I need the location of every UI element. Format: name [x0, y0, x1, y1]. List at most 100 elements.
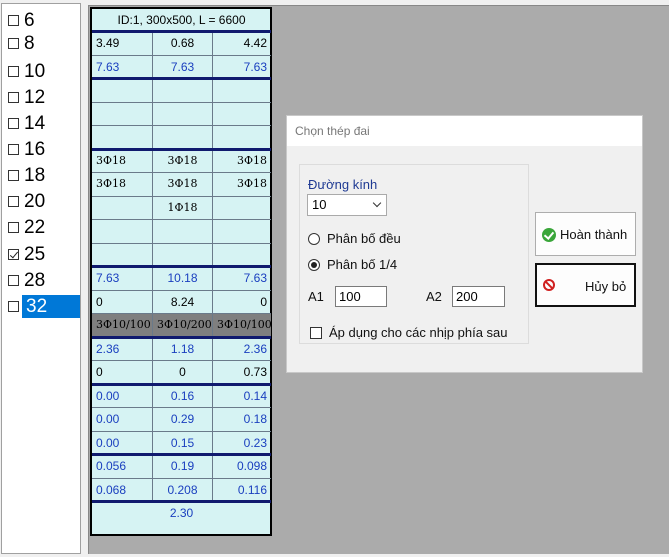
bar-checkbox-6[interactable]: [8, 15, 19, 26]
bar-item-8[interactable]: 8: [8, 32, 37, 55]
table-cell: 7.63: [170, 59, 195, 74]
bar-item-18[interactable]: 18: [8, 164, 47, 187]
table-cell: [213, 103, 271, 125]
apply-following-spans-checkbox[interactable]: [310, 327, 322, 339]
bar-label-14: 14: [24, 113, 46, 134]
table-cell: 0.73: [243, 365, 267, 379]
table-cell: 0.14: [243, 388, 267, 403]
table-cell: 0.098: [236, 459, 267, 473]
bar-checkbox-16[interactable]: [8, 144, 19, 155]
table-cell: 0: [260, 294, 267, 309]
diameter-label: Đường kính: [308, 177, 378, 192]
table-cell: 7.63: [96, 59, 120, 74]
bar-label-10: 10: [24, 61, 46, 82]
table-cell: 0.068: [96, 482, 127, 497]
bar-item-14[interactable]: 14: [8, 112, 47, 135]
table-cell: 0.18: [243, 412, 267, 426]
table-cell: 0: [96, 365, 103, 379]
table-cell: 1Φ18: [167, 200, 198, 214]
table-cell: [92, 220, 152, 242]
bar-checkbox-12[interactable]: [8, 92, 19, 103]
table-cell: 3Φ18: [96, 177, 127, 190]
bar-label-32: 32: [22, 295, 80, 318]
table-cell: [92, 126, 152, 148]
table-cell: [153, 126, 212, 148]
table-cell: 7.63: [243, 271, 267, 285]
table-cell: 7.63: [243, 59, 267, 74]
bar-label-22: 22: [24, 217, 46, 238]
table-cell: 3Φ18: [167, 177, 198, 190]
diameter-value: 10: [312, 197, 327, 212]
stirrup-dialog: Chọn thép đai Đường kính 10 Phân bố đều …: [286, 115, 643, 373]
apply-following-spans-label[interactable]: Áp dụng cho các nhịp phía sau: [329, 325, 508, 340]
dialog-title-bar: Chọn thép đai: [287, 116, 642, 146]
table-cell: [213, 126, 271, 148]
bar-checkbox-20[interactable]: [8, 196, 19, 207]
bar-checkbox-25[interactable]: [8, 249, 19, 260]
table-cell: [213, 197, 271, 219]
bar-item-12[interactable]: 12: [8, 86, 47, 109]
table-rule: [92, 219, 271, 220]
table-cell: [92, 79, 152, 101]
table-rule: [92, 101, 271, 103]
bar-item-28[interactable]: 28: [8, 269, 47, 292]
complete-button[interactable]: Hoàn thành: [535, 212, 636, 256]
table-rule: [92, 453, 271, 456]
bar-checkbox-18[interactable]: [8, 170, 19, 181]
bar-label-12: 12: [24, 87, 46, 108]
bar-diameter-list[interactable]: 6 8 10 12 14 16 18 20 22 25 28 32: [1, 3, 81, 554]
table-rule: [92, 147, 271, 151]
a2-input[interactable]: [452, 286, 505, 307]
radio-uniform-label[interactable]: Phân bố đều: [327, 231, 401, 246]
table-cell: 3Φ10/200: [157, 318, 212, 331]
bar-item-20[interactable]: 20: [8, 190, 47, 213]
table-rule: [92, 125, 271, 126]
table-cell: [92, 103, 152, 125]
bar-checkbox-14[interactable]: [8, 118, 19, 129]
table-cell: 0.116: [237, 482, 267, 497]
table-rule: [92, 242, 271, 244]
table-cell: 0: [179, 365, 186, 379]
table-cell: 3.49: [96, 36, 120, 50]
table-cell: [153, 244, 212, 266]
table-rule: [92, 360, 271, 361]
table-cell: 0.23: [243, 435, 267, 450]
table-rule: [92, 265, 271, 268]
radio-uniform-distribution[interactable]: [308, 233, 320, 245]
table-rule: [92, 172, 271, 173]
radio-quarter-distribution[interactable]: [308, 259, 320, 271]
bar-item-6[interactable]: 6: [8, 9, 37, 32]
bar-item-16[interactable]: 16: [8, 138, 47, 161]
radio-quarter-label[interactable]: Phân bố 1/4: [327, 257, 397, 272]
cancel-button[interactable]: Hủy bỏ: [535, 263, 636, 307]
prohibited-icon: [543, 279, 555, 291]
beam-table: ID:1, 300x500, L = 6600 3.49 0.68 4.42 7.63 7…: [90, 7, 272, 536]
bar-item-32[interactable]: 32: [8, 295, 80, 318]
table-cell: 0.208: [167, 482, 198, 497]
bar-label-16: 16: [24, 139, 46, 160]
bar-checkbox-32[interactable]: [8, 301, 19, 312]
table-cell: 4.42: [243, 36, 267, 50]
table-cell: 3Φ18: [236, 153, 267, 167]
dialog-title: Chọn thép đai: [295, 124, 370, 138]
table-cell: 0.16: [170, 388, 195, 403]
bar-item-10[interactable]: 10: [8, 60, 47, 83]
table-cell: [92, 197, 152, 219]
table-rule: [92, 382, 271, 386]
table-cell: [92, 244, 152, 266]
bar-checkbox-10[interactable]: [8, 66, 19, 77]
bar-checkbox-8[interactable]: [8, 38, 19, 49]
table-cell: 10.18: [167, 271, 198, 285]
table-cell: 7.63: [96, 271, 120, 285]
table-rule: [92, 77, 271, 80]
bar-checkbox-28[interactable]: [8, 275, 19, 286]
table-rule: [92, 195, 271, 197]
table-rule: [92, 407, 271, 408]
bar-item-25[interactable]: 25: [8, 243, 47, 266]
a1-input[interactable]: [335, 286, 387, 307]
bar-item-22[interactable]: 22: [8, 216, 47, 239]
diameter-select[interactable]: 10: [307, 194, 387, 216]
table-cell: 0.19: [170, 459, 195, 473]
bar-checkbox-22[interactable]: [8, 222, 19, 233]
table-cell: 0.00: [96, 388, 120, 403]
